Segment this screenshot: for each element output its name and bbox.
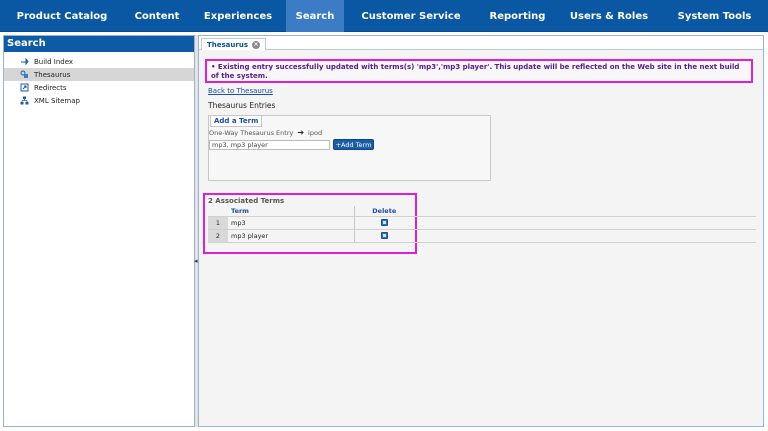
associated-terms-title: 2 Associated Terms [208, 197, 285, 205]
row-index: 2 [208, 229, 228, 243]
delete-icon[interactable] [380, 232, 388, 239]
tab-strip: Thesaurus × [199, 36, 763, 50]
table-header: Term Delete [208, 206, 756, 217]
add-term-button[interactable]: +Add Term [333, 139, 374, 150]
row-spacer [414, 216, 756, 230]
sitemap-icon [20, 96, 29, 105]
nav-search[interactable]: Search [286, 0, 344, 32]
row-delete [354, 216, 414, 230]
row-term: mp3 [228, 216, 355, 230]
associated-terms-table: Term Delete 1 mp3 2 mp3 player [208, 206, 756, 243]
back-to-thesaurus-link[interactable]: Back to Thesaurus [208, 87, 273, 95]
redirects-icon [20, 83, 29, 92]
close-icon[interactable]: × [251, 40, 260, 49]
main-panel: Thesaurus × • Existing entry successfull… [198, 35, 764, 427]
row-term: mp3 player [228, 229, 355, 243]
nav-content[interactable]: Content [124, 0, 190, 32]
add-term-title: Add a Term [210, 116, 263, 127]
delete-header: Delete [354, 206, 414, 217]
one-way-entry-value: ipod [308, 128, 323, 137]
nav-customer-service[interactable]: Customer Service [344, 0, 478, 32]
tab-thesaurus[interactable]: Thesaurus × [201, 38, 266, 50]
sidebar-item-label: Redirects [34, 83, 67, 92]
collapse-arrow-icon[interactable]: ◂ [194, 257, 198, 265]
nav-system-tools[interactable]: System Tools [661, 0, 768, 32]
build-index-icon [20, 57, 29, 66]
term-input[interactable]: mp3, mp3 player [209, 140, 330, 150]
sidebar-item-redirects[interactable]: Redirects [4, 81, 194, 94]
top-nav: Product Catalog Content Experiences Sear… [0, 0, 768, 32]
nav-users-roles[interactable]: Users & Roles [557, 0, 661, 32]
table-row: 2 mp3 player [208, 229, 756, 243]
nav-reporting[interactable]: Reporting [478, 0, 557, 32]
nav-product-catalog[interactable]: Product Catalog [0, 0, 124, 32]
nav-experiences[interactable]: Experiences [190, 0, 286, 32]
row-spacer [414, 229, 756, 243]
sidebar-item-label: XML Sitemap [34, 96, 80, 105]
arrow-right-icon: ➔ [297, 128, 305, 137]
thesaurus-icon [20, 70, 29, 79]
term-header[interactable]: Term [228, 206, 355, 217]
row-delete [354, 229, 414, 243]
delete-icon[interactable] [380, 219, 388, 226]
success-message: • Existing entry successfully updated wi… [205, 59, 753, 83]
sidebar-item-xml-sitemap[interactable]: XML Sitemap [4, 94, 194, 107]
sidebar-item-label: Build Index [34, 57, 74, 66]
tab-label: Thesaurus [207, 40, 248, 49]
sidebar-title: Search [4, 36, 194, 52]
header-spacer [414, 206, 756, 217]
sidebar-item-thesaurus[interactable]: Thesaurus [4, 68, 194, 81]
add-term-box: Add a Term One-Way Thesaurus Entry ➔ ipo… [208, 115, 491, 181]
table-row: 1 mp3 [208, 216, 756, 230]
one-way-entry: One-Way Thesaurus Entry ➔ ipod [209, 128, 322, 137]
sidebar-item-build-index[interactable]: Build Index [4, 55, 194, 68]
one-way-entry-label: One-Way Thesaurus Entry [209, 128, 294, 137]
associated-terms: 2 Associated Terms Term Delete 1 mp3 2 m… [208, 196, 756, 243]
sidebar: Search Build Index Thesaurus Redirects X… [3, 35, 195, 427]
sidebar-list: Build Index Thesaurus Redirects XML Site… [4, 52, 194, 107]
section-title: Thesaurus Entries [208, 101, 276, 110]
sidebar-item-label: Thesaurus [34, 70, 71, 79]
index-header [208, 206, 228, 217]
row-index: 1 [208, 216, 228, 230]
